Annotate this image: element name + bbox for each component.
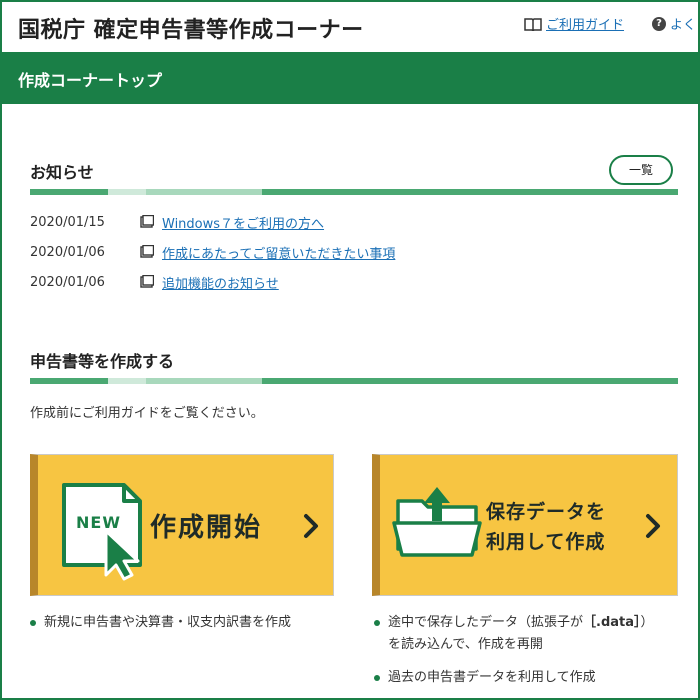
news-date: 2020/01/15 <box>30 214 105 230</box>
news-date: 2020/01/06 <box>30 274 105 290</box>
folder-upload-icon <box>392 487 482 557</box>
news-link[interactable]: 作成にあたってご留意いただきたい事項 <box>162 243 395 262</box>
faq-link-label: よく <box>670 18 697 33</box>
bullet-text-part: を読み込んで、作成を再開 <box>388 637 543 652</box>
saved-bullet: 過去の申告書データを利用して作成 <box>374 667 694 689</box>
start-bullet: 新規に申告書や決算書・収支内訳書を作成 <box>30 612 340 634</box>
news-item: 2020/01/15 Windows７をご利用の方へ <box>30 212 324 232</box>
site-title: 国税庁 確定申告書等作成コーナー <box>18 18 364 43</box>
bullet-dot <box>374 620 380 626</box>
data-extension: ［.data］ <box>583 615 641 630</box>
news-link[interactable]: 追加機能のお知らせ <box>162 273 279 292</box>
bullet-text-part: 途中で保存したデータ（拡張子が <box>388 615 584 630</box>
create-divider <box>30 378 678 384</box>
bullet-text: 途中で保存したデータ（拡張子が［.data］） を読み込んで、作成を再開 <box>374 612 694 656</box>
chevron-right-icon <box>304 514 318 538</box>
site-header: 国税庁 確定申告書等作成コーナー ご利用ガイド ? よく <box>2 2 698 52</box>
news-item: 2020/01/06 作成にあたってご留意いただきたい事項 <box>30 242 395 262</box>
notices-list-button[interactable]: 一覧 <box>609 155 673 185</box>
news-link[interactable]: Windows７をご利用の方へ <box>162 213 324 232</box>
guide-link[interactable]: ご利用ガイド <box>524 14 624 33</box>
window-icon <box>140 215 154 228</box>
create-title: 申告書等を作成する <box>30 352 175 371</box>
nav-band: 作成コーナートップ <box>2 52 698 104</box>
bullet-text: 新規に申告書や決算書・収支内訳書を作成 <box>44 615 292 630</box>
news-item: 2020/01/06 追加機能のお知らせ <box>30 272 279 292</box>
guide-link-label: ご利用ガイド <box>546 18 625 33</box>
saved-data-button[interactable]: 保存データを 利用して作成 <box>372 454 678 596</box>
saved-button-label-line2: 利用して作成 <box>486 531 606 553</box>
chevron-right-icon <box>646 514 660 538</box>
book-icon <box>524 17 542 31</box>
page-frame: 国税庁 確定申告書等作成コーナー ご利用ガイド ? よく 作成コーナートップ お… <box>0 0 700 700</box>
saved-bullet: 途中で保存したデータ（拡張子が［.data］） を読み込んで、作成を再開 <box>374 612 694 656</box>
notices-title: お知らせ <box>30 163 94 182</box>
faq-link[interactable]: ? よく <box>652 14 696 33</box>
notices-divider <box>30 189 678 195</box>
start-button-label: 作成開始 <box>150 513 263 543</box>
saved-button-label-line1: 保存データを <box>486 501 607 523</box>
news-date: 2020/01/06 <box>30 244 105 260</box>
guide-note: 作成前にご利用ガイドをご覧ください。 <box>30 406 264 421</box>
window-icon <box>140 275 154 288</box>
new-badge: NEW <box>76 513 121 532</box>
question-icon: ? <box>652 16 666 31</box>
bullet-text: 過去の申告書データを利用して作成 <box>388 670 596 685</box>
bullet-dot <box>30 620 36 626</box>
bullet-text-part: ） <box>640 615 654 630</box>
bullet-dot <box>374 675 380 681</box>
nav-title: 作成コーナートップ <box>18 71 163 90</box>
start-creation-button[interactable]: NEW 作成開始 <box>30 454 334 596</box>
window-icon <box>140 245 154 258</box>
